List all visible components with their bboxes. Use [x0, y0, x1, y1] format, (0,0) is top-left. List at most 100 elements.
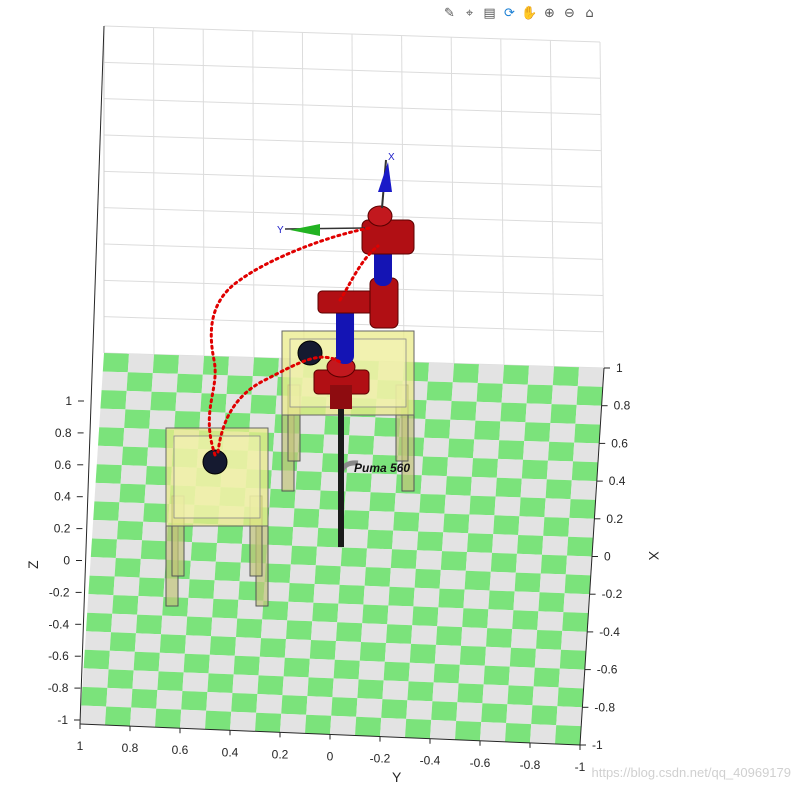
floor-tile	[215, 543, 242, 563]
floor-tile	[515, 553, 542, 574]
floor-tile	[513, 591, 540, 612]
floor-tile	[96, 445, 123, 466]
floor-tile	[538, 592, 565, 613]
floor-tile	[139, 558, 166, 579]
floor-tile	[227, 356, 254, 377]
floor-tile	[500, 402, 527, 423]
floor-tile	[415, 550, 442, 570]
floor-tile	[333, 659, 360, 680]
floor-tile	[508, 666, 535, 687]
floor-tile	[543, 517, 570, 537]
floor-tile	[558, 668, 585, 689]
floor-tile	[182, 672, 209, 692]
floor-tile	[114, 558, 141, 578]
floor-tile	[419, 494, 446, 514]
floor-tile	[102, 353, 129, 373]
floor-tile	[561, 630, 588, 651]
floor-tile	[549, 423, 576, 443]
y-tick-label: 0.2	[272, 747, 289, 761]
floor-tile	[544, 498, 571, 518]
floor-tile	[364, 567, 391, 587]
z-tick-label: -0.2	[49, 585, 70, 599]
floor-tile	[468, 514, 495, 535]
z-tick-label: -0.4	[49, 617, 70, 631]
floor-tile	[286, 620, 313, 640]
floor-tile	[511, 629, 538, 649]
x-tick-label: -1	[592, 738, 603, 752]
floor-tile	[567, 536, 594, 557]
floor-tile	[283, 657, 310, 678]
floor-tile	[155, 708, 182, 729]
floor-tile	[509, 647, 536, 668]
z-tick-label: -0.8	[48, 681, 69, 695]
floor-tile	[469, 495, 496, 516]
floor-tile	[212, 598, 239, 619]
floor-tile	[477, 364, 504, 384]
floor-tile	[405, 718, 432, 739]
floor-tile	[339, 566, 366, 586]
floor-tile	[307, 677, 334, 698]
y-tick-label: 0	[327, 750, 334, 764]
floor-tile	[571, 461, 598, 482]
floor-tile	[315, 546, 342, 567]
floor-tile	[358, 660, 385, 681]
z-ticks: 1 0.8 0.6 0.4 0.2 0 -0.2 -0.4 -0.6 -0.8 -1	[48, 394, 84, 727]
floor-tile	[123, 428, 150, 448]
floor-tile	[542, 535, 569, 556]
floor-tile	[448, 438, 475, 459]
floor-tile	[450, 401, 477, 421]
floor-tile	[337, 603, 364, 624]
floor-tile	[234, 637, 261, 657]
floor-tile	[562, 612, 589, 632]
floor-tile	[314, 565, 341, 585]
floor-tile	[475, 401, 502, 422]
figure-window: ✎ ⌖ ▤ ⟳ ✋ ⊕ ⊖ ⌂ XY 1 0.8 0.6 0.4 0.2 0 -0.2 -0.4 -0.6 -0…	[0, 0, 799, 788]
floor-tile	[389, 568, 416, 588]
floor-tile	[464, 570, 491, 591]
y-tick-label: 0.8	[122, 741, 139, 755]
floor-tile	[175, 392, 202, 412]
floor-tile	[570, 480, 597, 500]
floor-tile	[411, 625, 438, 645]
x-tick-label: 0.2	[606, 512, 623, 526]
floor-tile	[487, 609, 514, 629]
floor-tile	[109, 632, 136, 652]
floor-tile	[127, 353, 154, 374]
floor-tile	[140, 540, 167, 560]
y-tick-label: -0.8	[520, 758, 541, 772]
floor-tile	[390, 549, 417, 569]
floor-tile	[437, 607, 464, 628]
floor-tile	[467, 533, 494, 553]
floor-tile	[494, 496, 521, 517]
floor-tile	[565, 555, 592, 576]
floor-tile	[150, 391, 177, 411]
floor-tile	[476, 383, 503, 403]
floor-tile	[386, 624, 413, 644]
floor-tile	[442, 532, 469, 552]
floor-tile	[106, 687, 133, 708]
floor-tile	[445, 476, 472, 496]
floor-tile	[296, 452, 323, 472]
floor-tile	[524, 422, 551, 442]
watermark: https://blog.csdn.net/qq_40969179	[591, 765, 792, 780]
floor-tile	[340, 547, 367, 568]
floor-tile	[205, 710, 232, 731]
floor-tile	[84, 631, 111, 651]
floor-tile	[298, 433, 325, 454]
floor-tile	[536, 630, 563, 650]
floor-tile	[505, 723, 532, 743]
floor-tile	[532, 686, 559, 707]
floor-tile	[308, 658, 335, 679]
floor-tile	[131, 688, 158, 709]
floor-tile	[306, 696, 333, 716]
floor-tile	[93, 501, 120, 521]
floor-tile	[157, 671, 184, 691]
floor-tile	[552, 366, 579, 387]
floor-tile	[324, 415, 351, 436]
floor-tile	[121, 446, 148, 466]
floor-tile	[112, 595, 139, 615]
floor-tile	[269, 488, 296, 509]
floor-tile	[95, 464, 122, 484]
plot-3d[interactable]: X Y 1 0.8 0.6 0.4 0.2 0 -0.2 -0.4 -0.6 -0.8 -1 1 0.8…	[0, 0, 799, 788]
floor-tile	[539, 573, 566, 594]
